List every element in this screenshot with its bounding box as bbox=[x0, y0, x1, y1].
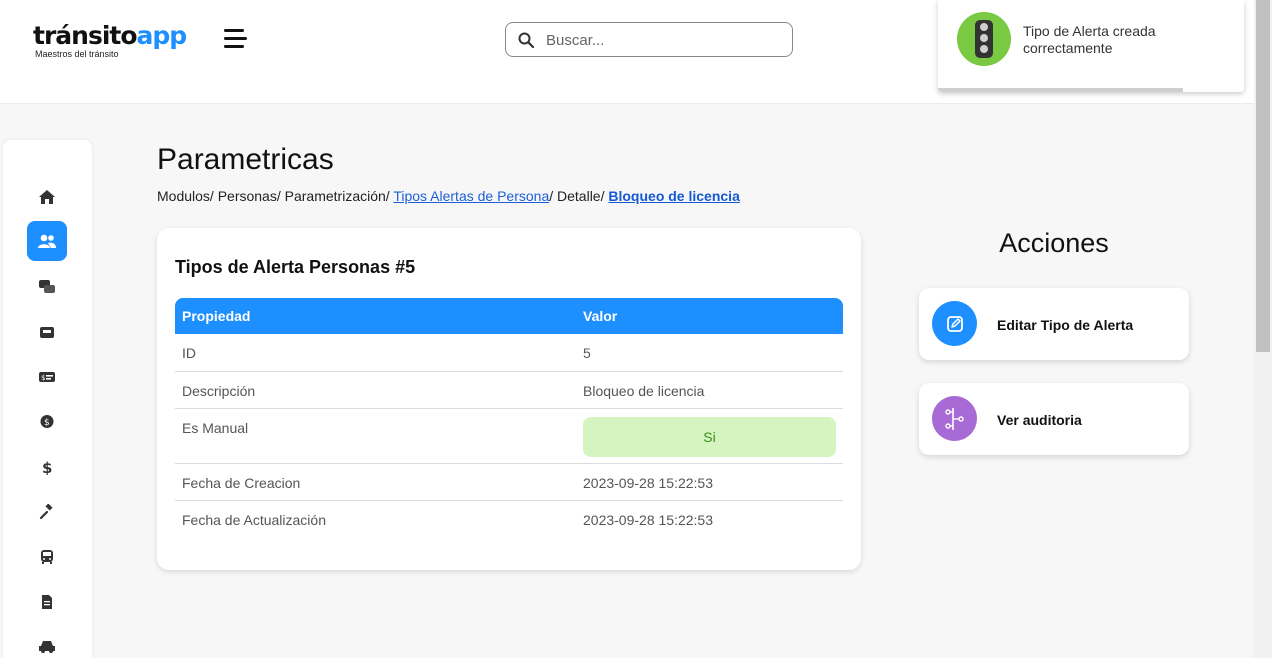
toast-notification[interactable]: Tipo de Alerta creada correctamente bbox=[938, 0, 1244, 92]
svg-text:$: $ bbox=[42, 459, 52, 475]
money-card-icon: $ bbox=[39, 372, 55, 382]
actions-title: Acciones bbox=[999, 228, 1109, 258]
table-row: Fecha de Actualización 2023-09-28 15:22:… bbox=[175, 501, 843, 538]
sidebar-item-billing[interactable]: $ bbox=[27, 357, 67, 397]
breadcrumb-link-current[interactable]: Bloqueo de licencia bbox=[608, 188, 739, 204]
breadcrumb-parametrizacion: Parametrización/ bbox=[284, 188, 390, 204]
users-icon bbox=[38, 234, 56, 248]
svg-text:$: $ bbox=[41, 374, 45, 382]
logo-tagline: Maestros del tránsito bbox=[35, 49, 119, 59]
chat-icon bbox=[39, 280, 55, 293]
search-input[interactable] bbox=[546, 29, 781, 51]
sidebar-item-legal[interactable] bbox=[27, 492, 67, 532]
sidebar-item-transport[interactable] bbox=[27, 537, 67, 577]
gavel-icon bbox=[39, 504, 53, 520]
row-value: 5 bbox=[583, 345, 591, 361]
row-property: Fecha de Actualización bbox=[182, 512, 326, 528]
page-scrollbar[interactable] bbox=[1254, 0, 1272, 658]
row-value: 2023-09-28 15:22:53 bbox=[583, 512, 713, 528]
toast-message: Tipo de Alerta creada correctamente bbox=[1023, 23, 1156, 56]
edit-alert-type-button[interactable]: Editar Tipo de Alerta bbox=[919, 288, 1189, 360]
audit-branch-icon bbox=[932, 396, 977, 441]
row-value: Bloqueo de licencia bbox=[583, 383, 705, 399]
detail-table: Propiedad Valor ID 5 Descripción Bloqueo… bbox=[175, 298, 843, 538]
row-property: Es Manual bbox=[182, 420, 249, 436]
sidebar: $ $ $ bbox=[3, 140, 92, 658]
row-property: Fecha de Creacion bbox=[182, 475, 301, 491]
status-badge: Si bbox=[583, 417, 836, 457]
app-logo[interactable]: tránsitoapp Maestros del tránsito bbox=[33, 21, 188, 60]
document-icon bbox=[42, 595, 52, 609]
dollar-bubble-icon: $ bbox=[40, 415, 54, 428]
page-title: Parametricas bbox=[157, 143, 334, 176]
breadcrumb-link-tipos-alertas[interactable]: Tipos Alertas de Persona bbox=[393, 188, 549, 204]
breadcrumb-detalle: / Detalle/ bbox=[549, 188, 605, 204]
logo-text-part1: tránsito bbox=[33, 21, 138, 50]
view-audit-label: Ver auditoria bbox=[997, 412, 1082, 428]
sidebar-item-finance[interactable]: $ bbox=[27, 447, 67, 487]
breadcrumb-personas: Personas/ bbox=[217, 188, 281, 204]
breadcrumb: Modulos/ Personas/ Parametrización/ Tipo… bbox=[157, 188, 740, 204]
table-header: Propiedad Valor bbox=[175, 298, 843, 334]
row-value: 2023-09-28 15:22:53 bbox=[583, 475, 713, 491]
logo-text-part2: app bbox=[136, 21, 188, 50]
svg-text:$: $ bbox=[44, 418, 50, 428]
table-row: Descripción Bloqueo de licencia bbox=[175, 372, 843, 409]
detail-card: Tipos de Alerta Personas #5 Propiedad Va… bbox=[157, 228, 861, 570]
toast-progress-bar bbox=[938, 88, 1183, 92]
bus-icon bbox=[41, 550, 53, 564]
traffic-light-icon bbox=[957, 12, 1011, 66]
sidebar-item-inbox[interactable] bbox=[27, 312, 67, 352]
row-property: ID bbox=[182, 345, 196, 361]
sidebar-item-users[interactable] bbox=[27, 221, 67, 261]
home-icon bbox=[39, 190, 55, 204]
car-icon bbox=[39, 641, 55, 653]
dollar-icon: $ bbox=[42, 459, 52, 475]
edit-icon bbox=[932, 301, 977, 346]
row-property: Descripción bbox=[182, 383, 256, 399]
table-row: ID 5 bbox=[175, 334, 843, 372]
sidebar-item-home[interactable] bbox=[27, 177, 67, 217]
hamburger-menu-icon[interactable] bbox=[224, 29, 248, 49]
view-audit-button[interactable]: Ver auditoria bbox=[919, 383, 1189, 455]
inbox-icon bbox=[40, 327, 54, 338]
header-value: Valor bbox=[583, 308, 618, 324]
edit-alert-type-label: Editar Tipo de Alerta bbox=[997, 317, 1134, 333]
search-box bbox=[505, 22, 793, 57]
sidebar-item-vehicles[interactable] bbox=[27, 627, 67, 658]
card-title: Tipos de Alerta Personas #5 bbox=[175, 257, 416, 277]
header-property: Propiedad bbox=[182, 308, 251, 324]
sidebar-item-documents[interactable] bbox=[27, 582, 67, 622]
table-row: Es Manual Si bbox=[175, 409, 843, 464]
breadcrumb-modulos: Modulos/ bbox=[157, 188, 214, 204]
table-row: Fecha de Creacion 2023-09-28 15:22:53 bbox=[175, 464, 843, 501]
sidebar-item-payments[interactable]: $ bbox=[27, 402, 67, 442]
scrollbar-thumb[interactable] bbox=[1256, 0, 1270, 352]
sidebar-item-chat[interactable] bbox=[27, 267, 67, 307]
search-icon bbox=[518, 32, 534, 48]
